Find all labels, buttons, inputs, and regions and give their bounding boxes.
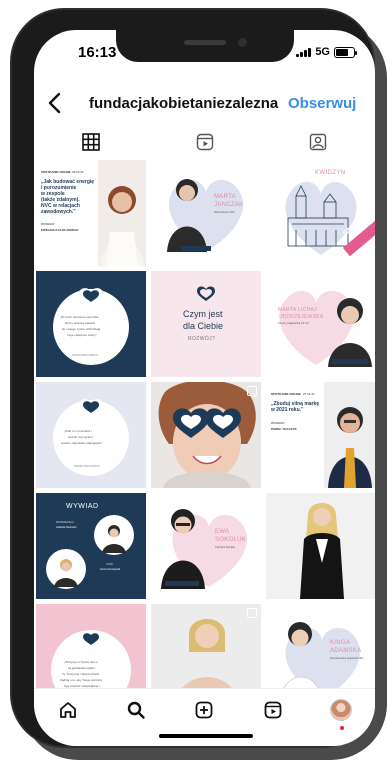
status-indicators: 5G: [296, 46, 357, 58]
nav-create[interactable]: [184, 692, 224, 728]
phone-screen: 16:13 5G fundacjakobietaniezalezna Obser…: [34, 30, 375, 746]
post-event-label: SPOTKANIE ONLINE: [41, 170, 71, 174]
post-heading-line: dla Ciebie: [183, 321, 224, 331]
post-tile-czym-jest-rozwoj[interactable]: Czym jest dla Ciebie ROZWÓJ?: [151, 271, 261, 377]
post-host-label: PROWADZI: [271, 422, 285, 425]
post-date: 09.02.21: [72, 170, 84, 174]
quote-author: DANIELA BOGNOSKA: [74, 465, 100, 468]
post-title: WYWIAD: [66, 503, 99, 510]
post-art: [151, 493, 261, 599]
person-last-name: SOKOŁUK: [215, 537, 247, 543]
profile-username: fundacjakobietaniezalezna: [89, 95, 279, 112]
reels-icon: [264, 701, 282, 718]
post-host-label: PROWADZI: [41, 223, 55, 226]
nav-profile[interactable]: [321, 692, 361, 730]
front-camera: [238, 38, 247, 47]
notch: [116, 30, 294, 62]
post-art: [266, 493, 375, 599]
post-art: [151, 160, 261, 266]
quote-line: do mojego życia i wzbudzają: [62, 327, 101, 331]
post-date: 27.01.21: [303, 392, 315, 396]
bottom-navigation: [34, 688, 375, 730]
post-tile-quote-bognoska[interactable]: „Zrób to co kochasz i weszło Cię życiem,…: [36, 382, 146, 488]
post-heading-line: Czym jest: [183, 309, 223, 319]
quote-author: ALEKSANDRA WIECH: [72, 354, 98, 357]
back-arrow-icon[interactable]: [44, 91, 66, 115]
quote-line: są jednakowo ważni.: [68, 666, 96, 670]
home-indicator: [159, 734, 253, 738]
quote-line: Zadbaj o to, aby Twoje potrzeby: [60, 678, 103, 682]
tab-reels[interactable]: [148, 126, 262, 158]
post-title-line: zawodowych.”: [41, 209, 76, 215]
person-first-name: EWA: [215, 529, 230, 535]
reels-icon: [196, 133, 213, 151]
post-art: [151, 382, 261, 488]
nav-home[interactable]: [48, 692, 88, 728]
post-subheading: ROZWÓJ?: [188, 336, 216, 342]
post-tile-webinar-marka[interactable]: SPOTKANIE ONLINE 27.01.21 „Zbuduj silną …: [266, 382, 375, 488]
posts-grid: SPOTKANIE ONLINE 09.02.21 „Jak budować e…: [34, 160, 375, 710]
carousel-icon: [247, 608, 257, 618]
post-art: [266, 382, 375, 488]
quote-line: weszło Cię życiem,: [68, 435, 94, 439]
signal-icon: [296, 47, 312, 57]
post-tile-marta-janczak[interactable]: MARTA JANCZAK Administrator FKN: [151, 160, 261, 266]
person-first-name: MARTA LICHAJ: [278, 307, 317, 313]
person-last-name: ADAMSKA: [330, 648, 362, 654]
quote-line: „Wszyscy w Twoim domu: [64, 660, 98, 664]
quote-line: którzy wnoszą wartość: [65, 321, 96, 325]
post-tile-ewa-sokoluk[interactable]: EWA SOKOŁUK Członkini Zarządu: [151, 493, 261, 599]
post-city: KWIDZYN: [315, 170, 346, 176]
person-role: Administrator FKN: [214, 211, 235, 214]
notification-dot: [339, 725, 344, 730]
post-role-label: PROWADZĄCA: [56, 521, 74, 524]
post-tile-heart-glasses[interactable]: [151, 382, 261, 488]
profile-avatar: [329, 698, 352, 721]
nav-reels[interactable]: [253, 692, 293, 728]
person-role: Członkini Zarządu: [215, 546, 236, 549]
quote-line: ta które naprawdę zasługujesz”: [61, 441, 103, 445]
speaker-grille: [184, 40, 226, 45]
post-tile-marta-lichaj[interactable]: MARTA LICHAJ -JĘDRZEJEWSKA Coach, projek…: [266, 271, 375, 377]
person-role: Coach, projektantka UX i UI: [278, 322, 309, 325]
nav-search[interactable]: [116, 692, 156, 728]
person-first-name: KINGA: [330, 640, 351, 646]
post-tile-quote-wiech[interactable]: „W moim otoczeniu są ludzie, którzy wnos…: [36, 271, 146, 377]
network-type: 5G: [315, 46, 330, 58]
home-icon: [60, 701, 76, 718]
phone-frame: 16:13 5G fundacjakobietaniezalezna Obser…: [10, 8, 375, 748]
tagged-icon: [309, 133, 327, 151]
status-time: 16:13: [78, 44, 117, 61]
post-tile-wywiad[interactable]: WYWIAD PROWADZĄCA Gabriela Stelmach GOŚĆ…: [36, 493, 146, 599]
grid-icon: [82, 133, 100, 151]
follow-button[interactable]: Obserwuj: [288, 95, 356, 112]
post-person-name: Iwona Szczepanik: [100, 568, 121, 571]
person-role: Koordynatorka projektów FKN: [330, 657, 364, 660]
post-tile-portrait-blazer[interactable]: [266, 493, 375, 599]
quote-line: „W moim otoczeniu są ludzie,: [60, 315, 100, 319]
quote-line: moje najlepsze cechy.”: [67, 333, 98, 337]
profile-header: fundacjakobietaniezalezna Obserwuj: [34, 88, 375, 122]
person-last-name: JANCZAK: [214, 202, 244, 208]
post-host-name: PAWEŁ TKACZYK: [271, 427, 297, 431]
tab-posts-grid[interactable]: [34, 126, 148, 158]
post-event-label: SPOTKANIE ONLINE: [271, 392, 301, 396]
post-role-label: GOŚĆ: [106, 563, 114, 566]
tab-tagged[interactable]: [261, 126, 375, 158]
post-tile-kwidzyn[interactable]: KWIDZYN ONLINE!: [266, 160, 375, 266]
post-title-line: w 2021 roku.”: [271, 407, 304, 413]
post-person-name: Gabriela Stelmach: [56, 526, 77, 529]
person-last-name: -JĘDRZEJEWSKA: [278, 314, 324, 320]
person-first-name: MARTA: [214, 194, 236, 200]
post-host-name: EWELINA KULPA-NOWAK: [41, 228, 79, 232]
carousel-icon: [247, 386, 257, 396]
post-tile-webinar-nvc[interactable]: SPOTKANIE ONLINE 09.02.21 „Jak budować e…: [36, 160, 146, 266]
create-icon: [196, 701, 213, 718]
profile-tabs: [34, 126, 375, 158]
search-icon: [128, 701, 145, 719]
quote-line: „Zrób to co kochasz i: [64, 429, 92, 433]
battery-icon: [334, 46, 357, 58]
quote-line: Ty. Twój mąż i Wasze dzieci.: [62, 672, 100, 676]
